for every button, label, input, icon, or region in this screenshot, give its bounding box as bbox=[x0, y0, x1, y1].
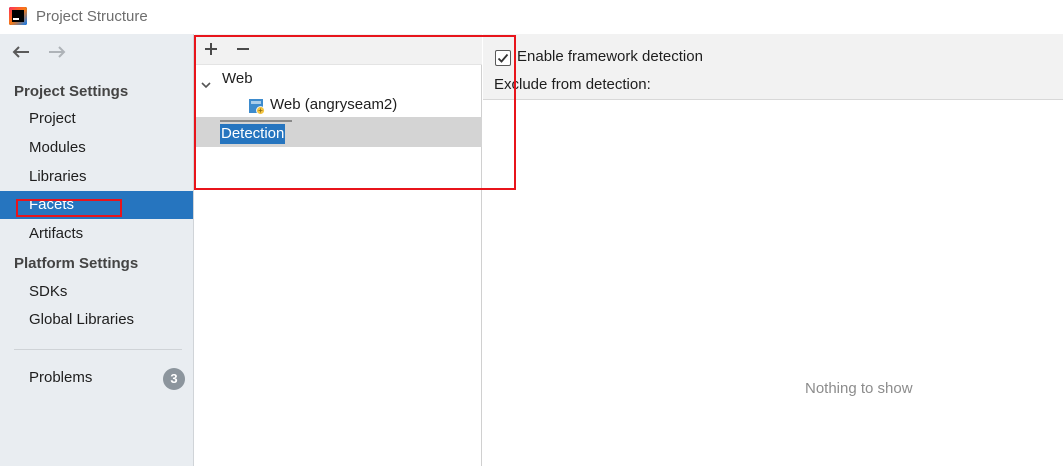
sidebar: Project Settings Project Modules Librari… bbox=[0, 34, 194, 466]
problems-count-badge: 3 bbox=[163, 368, 185, 390]
sidebar-item-artifacts[interactable]: Artifacts bbox=[0, 220, 193, 248]
empty-state-text: Nothing to show bbox=[805, 380, 913, 397]
sidebar-item-modules[interactable]: Modules bbox=[0, 134, 193, 162]
detection-settings-header: Enable framework detection Exclude from … bbox=[483, 34, 1063, 100]
exclude-list[interactable]: Nothing to show bbox=[483, 100, 1063, 466]
forward-arrow-icon[interactable] bbox=[46, 42, 68, 62]
sidebar-item-global-libraries[interactable]: Global Libraries bbox=[0, 306, 193, 334]
annotation-box-facets-item bbox=[16, 199, 122, 217]
platform-settings-heading: Platform Settings bbox=[14, 255, 139, 272]
detection-settings-panel: Enable framework detection Exclude from … bbox=[483, 34, 1063, 466]
exclude-from-detection-label: Exclude from detection: bbox=[494, 76, 651, 93]
navigation-arrows bbox=[10, 42, 68, 62]
annotation-box-facets-tree bbox=[194, 35, 516, 190]
sidebar-item-project[interactable]: Project bbox=[0, 105, 193, 133]
sidebar-item-sdks[interactable]: SDKs bbox=[0, 278, 193, 306]
enable-framework-detection-label[interactable]: Enable framework detection bbox=[517, 48, 703, 65]
sidebar-divider bbox=[14, 349, 182, 350]
intellij-logo-icon bbox=[9, 7, 27, 25]
project-settings-heading: Project Settings bbox=[14, 83, 129, 100]
back-arrow-icon[interactable] bbox=[10, 42, 32, 62]
sidebar-item-libraries[interactable]: Libraries bbox=[0, 163, 193, 191]
title-bar: Project Structure bbox=[0, 0, 1063, 34]
window-title: Project Structure bbox=[36, 8, 148, 25]
